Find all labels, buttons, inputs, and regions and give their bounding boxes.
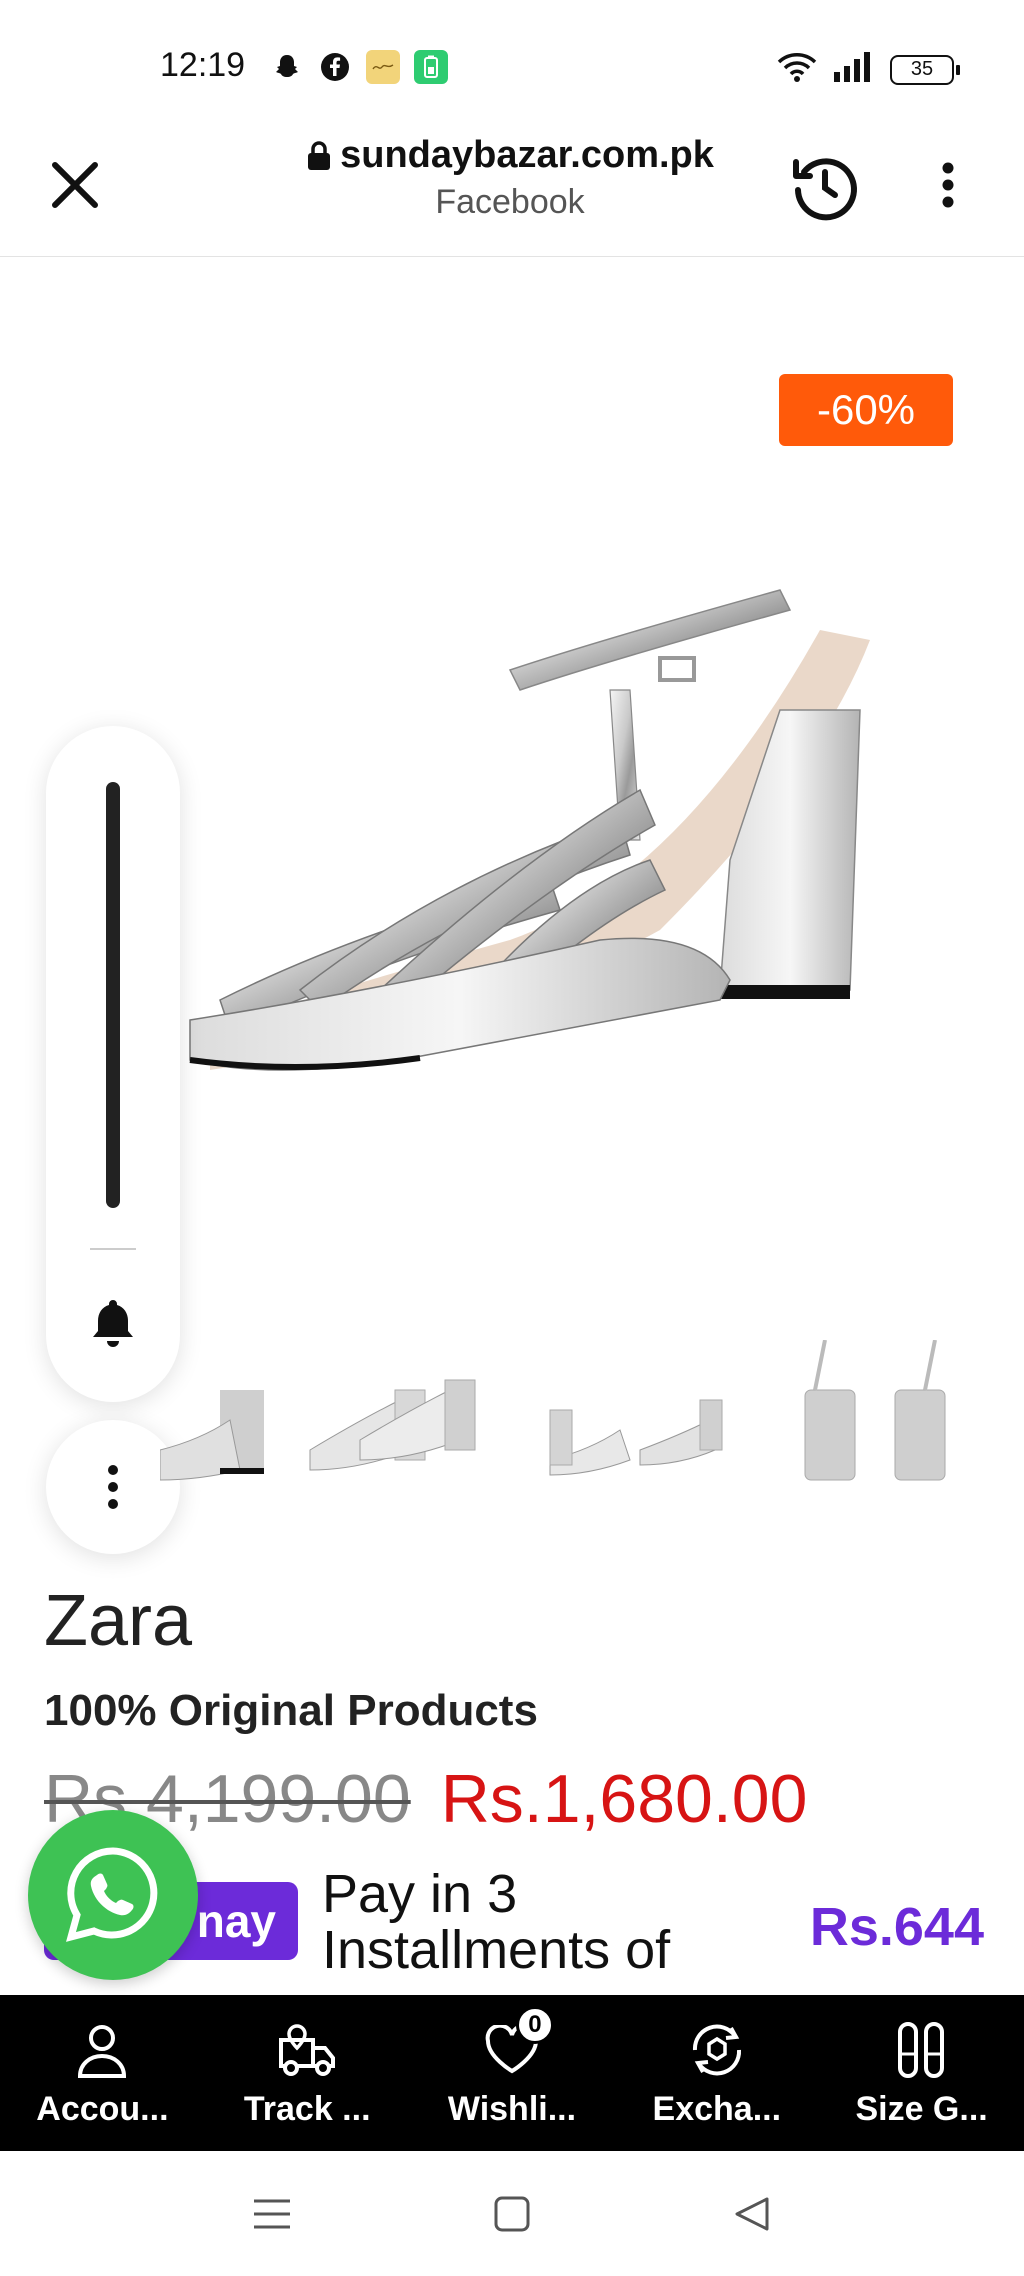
- history-icon: [793, 158, 857, 221]
- nav-exchange[interactable]: Excha...: [614, 1995, 819, 2151]
- whatsapp-button[interactable]: [28, 1810, 198, 1980]
- snapchat-icon: [270, 50, 304, 84]
- back-triangle-icon: [735, 2197, 769, 2230]
- installment-amount: Rs.644: [809, 1897, 984, 1957]
- system-home-button[interactable]: [392, 2174, 632, 2254]
- system-status-icons: 35: [776, 50, 960, 89]
- whatsapp-icon: [66, 1847, 158, 1942]
- thumbnail-2[interactable]: [300, 1340, 480, 1490]
- system-back-button[interactable]: [632, 2174, 872, 2254]
- url-text: sundaybazar.com.pk: [340, 134, 714, 176]
- nav-size-guide-label: Size G...: [855, 2089, 988, 2128]
- more-vertical-icon: [942, 162, 954, 208]
- home-square-icon: [494, 2196, 530, 2231]
- discount-badge: -60%: [779, 374, 953, 446]
- more-vertical-icon: [108, 1465, 118, 1509]
- scroll-indicator[interactable]: [106, 782, 120, 1208]
- nav-wishlist-label: Wishli...: [447, 2089, 577, 2128]
- divider: [90, 1248, 136, 1250]
- referrer-source: Facebook: [435, 183, 585, 221]
- nav-account[interactable]: Accou...: [0, 1995, 205, 2151]
- product-brand: Zara: [44, 1581, 193, 1661]
- signal-icon: [832, 50, 876, 89]
- nav-account-label: Accou...: [36, 2089, 169, 2128]
- lock-icon: [308, 140, 331, 170]
- system-menu-button[interactable]: [152, 2174, 392, 2254]
- notes-app-icon: [366, 50, 400, 84]
- hamburger-icon: [254, 2199, 290, 2228]
- battery-level: 35: [910, 58, 934, 80]
- footprint-icon: [890, 2018, 954, 2082]
- status-bar: 12:19 35: [0, 0, 1024, 120]
- product-tagline: 100% Original Products: [44, 1686, 538, 1735]
- close-button[interactable]: [40, 150, 110, 220]
- thumbnail-4[interactable]: [785, 1340, 975, 1490]
- user-icon: [70, 2018, 134, 2082]
- wishlist-count-badge: 0: [515, 2005, 554, 2044]
- status-time: 12:19: [160, 46, 246, 84]
- thumbnail-3[interactable]: [540, 1340, 730, 1490]
- nav-size-guide[interactable]: Size G...: [819, 1995, 1024, 2151]
- thumbnail-strip: [120, 1340, 1000, 1500]
- notification-icons: [270, 50, 448, 84]
- facebook-icon: [318, 50, 352, 84]
- battery-icon: 35: [890, 54, 960, 85]
- nav-exchange-label: Excha...: [652, 2089, 782, 2128]
- browser-toolbar: sundaybazar.com.pk Facebook: [0, 120, 1024, 257]
- installment-text: Pay in 3 Installments of: [322, 1866, 671, 1976]
- heart-icon: 0: [480, 2005, 554, 2082]
- product-image[interactable]: [180, 560, 1000, 1100]
- sale-price: Rs.1,680.00: [440, 1761, 808, 1837]
- url-display[interactable]: sundaybazar.com.pk Facebook: [280, 134, 740, 222]
- nav-track-label: Track ...: [243, 2089, 371, 2128]
- wifi-icon: [776, 50, 818, 89]
- bottom-navigation: Accou... Track ... 0 Wishli... Excha... …: [0, 1995, 1024, 2151]
- thumbnail-1[interactable]: [160, 1340, 280, 1490]
- history-button[interactable]: [782, 144, 868, 230]
- exchange-icon: [685, 2018, 749, 2082]
- floating-side-panel: [46, 726, 180, 1402]
- overflow-menu-button[interactable]: [918, 150, 978, 220]
- truck-icon: [275, 2018, 339, 2082]
- battery-app-icon: [414, 50, 448, 84]
- close-icon: [52, 162, 98, 208]
- nav-track[interactable]: Track ...: [205, 1995, 410, 2151]
- nav-wishlist[interactable]: 0 Wishli...: [410, 1995, 615, 2151]
- system-navigation-bar: [0, 2151, 1024, 2276]
